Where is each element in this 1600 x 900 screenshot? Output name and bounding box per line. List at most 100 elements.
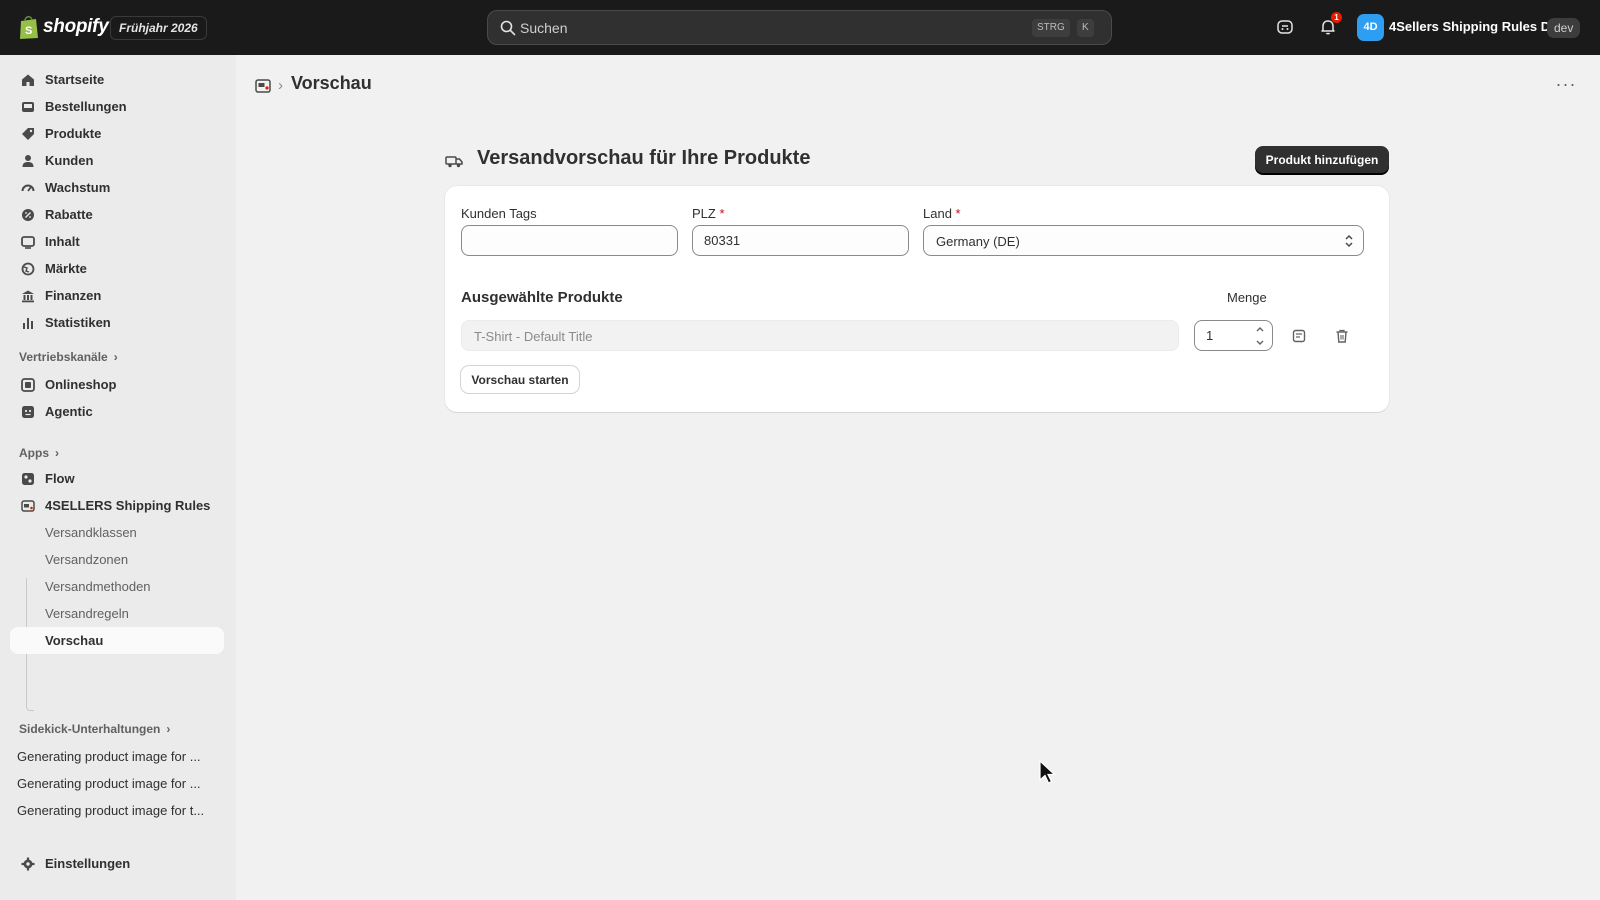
more-actions-button[interactable]: ··· — [1552, 75, 1580, 99]
discount-icon — [20, 207, 36, 223]
sidebar-item-einstellungen[interactable]: Einstellungen — [10, 850, 224, 877]
app-breadcrumb-icon[interactable] — [254, 77, 272, 95]
sidekick-icon — [1277, 20, 1293, 34]
sidekick-conversation-item[interactable]: Generating product image for ... — [17, 776, 201, 791]
bar-chart-icon — [20, 315, 36, 331]
sidebar-item-label: Versandmethoden — [45, 579, 151, 594]
breadcrumb-separator: › — [278, 77, 283, 94]
agentic-icon — [20, 404, 36, 420]
sidekick-conversation-item[interactable]: Generating product image for t... — [17, 803, 204, 818]
shopify-wordmark: shopify — [43, 16, 109, 37]
sidebar-subitem-versandzonen[interactable]: Versandzonen — [10, 546, 224, 573]
sales-channels-section[interactable]: Vertriebskanäle › — [19, 350, 118, 364]
zip-input[interactable] — [692, 225, 909, 256]
apps-section[interactable]: Apps › — [19, 446, 59, 460]
quantity-value: 1 — [1206, 328, 1214, 343]
tag-icon — [20, 126, 36, 142]
sidebar-item-finanzen[interactable]: Finanzen — [10, 282, 224, 309]
top-bar: S shopify Frühjahr 2026 STRG K 1 4D 4Sel… — [0, 0, 1600, 55]
sidebar-item-bestellungen[interactable]: Bestellungen — [10, 93, 224, 120]
home-icon — [20, 72, 36, 88]
sidebar-item-onlineshop[interactable]: Onlineshop — [10, 371, 224, 398]
note-icon — [1292, 329, 1306, 343]
country-select[interactable]: Germany (DE) — [923, 225, 1364, 256]
delete-product-button[interactable] — [1332, 326, 1352, 346]
sidebar-subitem-versandregeln[interactable]: Versandregeln — [10, 600, 224, 627]
shortcut-key-k: K — [1077, 19, 1094, 37]
search-icon — [500, 20, 516, 36]
selected-products-title: Ausgewählte Produkte — [461, 289, 623, 306]
mouse-cursor-icon — [1039, 760, 1057, 784]
sidebar-subitem-vorschau[interactable]: Vorschau — [10, 627, 224, 654]
sidebar-item-label: Produkte — [45, 126, 102, 141]
sidebar-item-label: 4SELLERS Shipping Rules — [45, 498, 211, 513]
required-marker: * — [719, 206, 725, 221]
shipping-truck-icon — [445, 152, 463, 170]
chevron-right-icon: › — [166, 722, 171, 736]
sidebar-item-label: Statistiken — [45, 315, 111, 330]
sidebar-subitem-versandklassen[interactable]: Versandklassen — [10, 519, 224, 546]
page-title: Versandvorschau für Ihre Produkte — [477, 147, 811, 169]
notification-count-badge: 1 — [1331, 12, 1342, 23]
field-label-text: Kunden Tags — [461, 206, 537, 221]
sidebar-item-rabatte[interactable]: Rabatte — [10, 201, 224, 228]
person-icon — [20, 153, 36, 169]
truck-app-icon — [20, 498, 36, 514]
shortcut-key-ctrl: STRG — [1032, 19, 1070, 37]
country-label: Land * — [923, 206, 961, 221]
shopify-logo[interactable]: S shopify — [18, 14, 109, 40]
notifications-button[interactable]: 1 — [1317, 12, 1342, 38]
sidebar-item-label: Onlineshop — [45, 377, 117, 392]
sidebar-item-produkte[interactable]: Produkte — [10, 120, 224, 147]
sidebar-item-agentic[interactable]: Agentic — [10, 398, 224, 425]
quantity-stepper[interactable]: 1 — [1194, 320, 1273, 351]
chevron-up-icon[interactable] — [1254, 324, 1266, 335]
sidebar-item-startseite[interactable]: Startseite — [10, 66, 224, 93]
quantity-column-label: Menge — [1227, 290, 1267, 305]
select-chevron-icon — [1345, 234, 1353, 248]
sidekick-button[interactable] — [1274, 16, 1296, 38]
field-label-text: PLZ — [692, 206, 716, 221]
sidebar-item-label: Versandregeln — [45, 606, 129, 621]
edition-badge[interactable]: Frühjahr 2026 — [110, 16, 207, 40]
sidebar-item-flow[interactable]: Flow — [10, 465, 224, 492]
sidebar-item-label: Agentic — [45, 404, 93, 419]
gear-icon — [20, 856, 36, 872]
start-preview-button[interactable]: Vorschau starten — [461, 366, 579, 393]
section-label: Apps — [19, 446, 49, 460]
store-avatar[interactable]: 4D — [1357, 14, 1384, 41]
content-icon — [20, 234, 36, 250]
sidebar-item-label: Märkte — [45, 261, 87, 276]
country-select-value: Germany (DE) — [936, 234, 1020, 249]
sidebar-item-kunden[interactable]: Kunden — [10, 147, 224, 174]
section-label: Vertriebskanäle — [19, 350, 108, 364]
sidekick-conversation-item[interactable]: Generating product image for ... — [17, 749, 201, 764]
sidebar-item-inhalt[interactable]: Inhalt — [10, 228, 224, 255]
edit-note-button[interactable] — [1289, 326, 1309, 346]
sidebar-item-4sellers-shipping-rules[interactable]: 4SELLERS Shipping Rules — [10, 492, 224, 519]
search-bar[interactable]: STRG K — [487, 10, 1112, 45]
sidebar-item-label: Startseite — [45, 72, 105, 87]
product-name-field: T-Shirt - Default Title — [461, 320, 1179, 351]
sidekick-section[interactable]: Sidekick-Unterhaltungen › — [19, 722, 170, 736]
store-icon — [20, 377, 36, 393]
shopify-bag-icon: S — [20, 15, 38, 39]
search-input[interactable] — [520, 11, 980, 44]
add-product-button[interactable]: Produkt hinzufügen — [1255, 146, 1389, 174]
sidebar-item-label: Einstellungen — [45, 856, 131, 871]
customer-tags-input[interactable] — [461, 225, 678, 256]
sidebar-item-label: Rabatte — [45, 207, 93, 222]
sidebar-item-label: Versandzonen — [45, 552, 129, 567]
store-name[interactable]: 4Sellers Shipping Rules D... — [1389, 19, 1561, 34]
tree-connector-elbow — [26, 704, 34, 711]
sidebar-item-label: Finanzen — [45, 288, 102, 303]
chevron-right-icon: › — [55, 446, 59, 460]
chevron-down-icon[interactable] — [1254, 337, 1266, 348]
sidebar-item-maerkte[interactable]: Märkte — [10, 255, 224, 282]
sidebar-item-statistiken[interactable]: Statistiken — [10, 309, 224, 336]
sidebar-item-label: Flow — [45, 471, 75, 486]
inbox-icon — [20, 99, 36, 115]
chevron-right-icon: › — [113, 350, 118, 364]
sidebar-item-wachstum[interactable]: Wachstum — [10, 174, 224, 201]
sidebar-subitem-versandmethoden[interactable]: Versandmethoden — [10, 573, 224, 600]
